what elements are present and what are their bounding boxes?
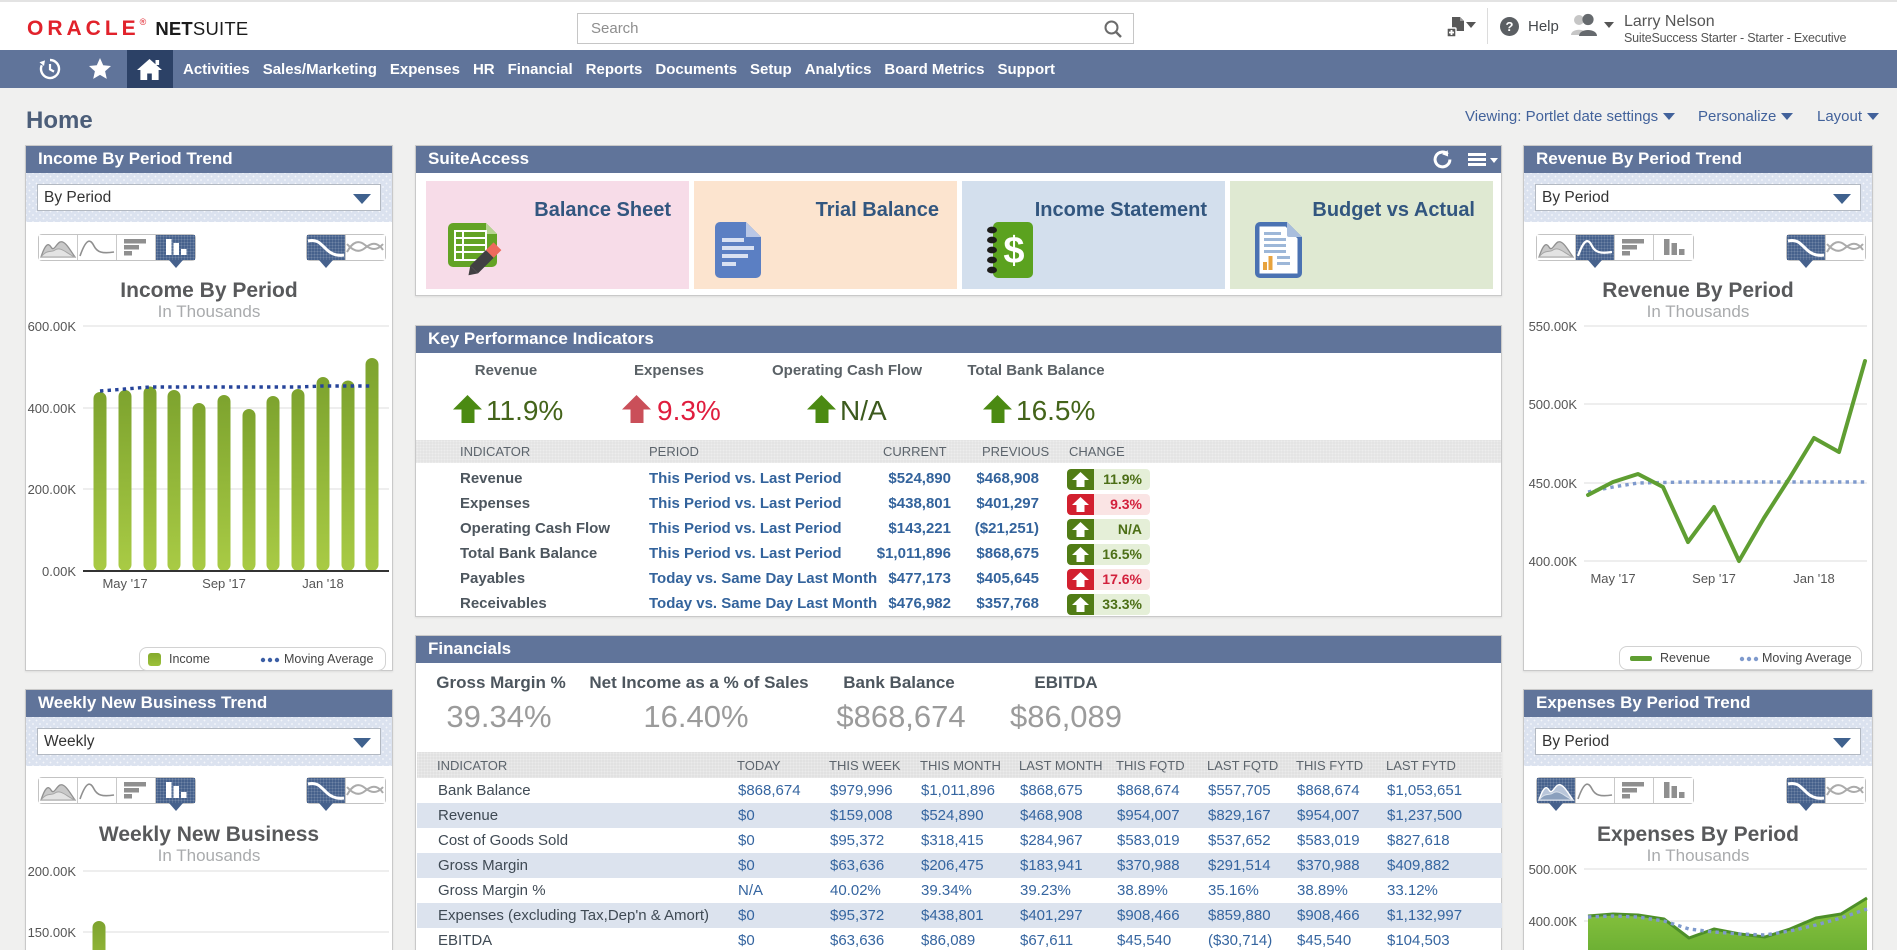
svg-text:$: $ — [1003, 230, 1024, 272]
svg-text:150.00K: 150.00K — [28, 925, 77, 940]
svg-text:Sep '17: Sep '17 — [202, 576, 246, 591]
svg-text:500.00K: 500.00K — [1529, 397, 1578, 412]
svg-text:400.00K: 400.00K — [1529, 554, 1578, 569]
svg-text:Sep '17: Sep '17 — [1692, 571, 1736, 586]
svg-text:600.00K: 600.00K — [28, 319, 77, 334]
svg-text:550.00K: 550.00K — [1529, 319, 1578, 334]
svg-text:500.00K: 500.00K — [1529, 862, 1578, 877]
svg-text:May '17: May '17 — [102, 576, 147, 591]
svg-text:Jan '18: Jan '18 — [1793, 571, 1835, 586]
svg-text:200.00K: 200.00K — [28, 864, 77, 879]
svg-text:400.00K: 400.00K — [1529, 914, 1578, 929]
svg-text:0.00K: 0.00K — [42, 564, 76, 579]
svg-text:400.00K: 400.00K — [28, 401, 77, 416]
svg-text:200.00K: 200.00K — [28, 482, 77, 497]
svg-text:?: ? — [1506, 19, 1514, 34]
svg-text:Jan '18: Jan '18 — [302, 576, 344, 591]
svg-text:May '17: May '17 — [1590, 571, 1635, 586]
svg-text:450.00K: 450.00K — [1529, 476, 1578, 491]
